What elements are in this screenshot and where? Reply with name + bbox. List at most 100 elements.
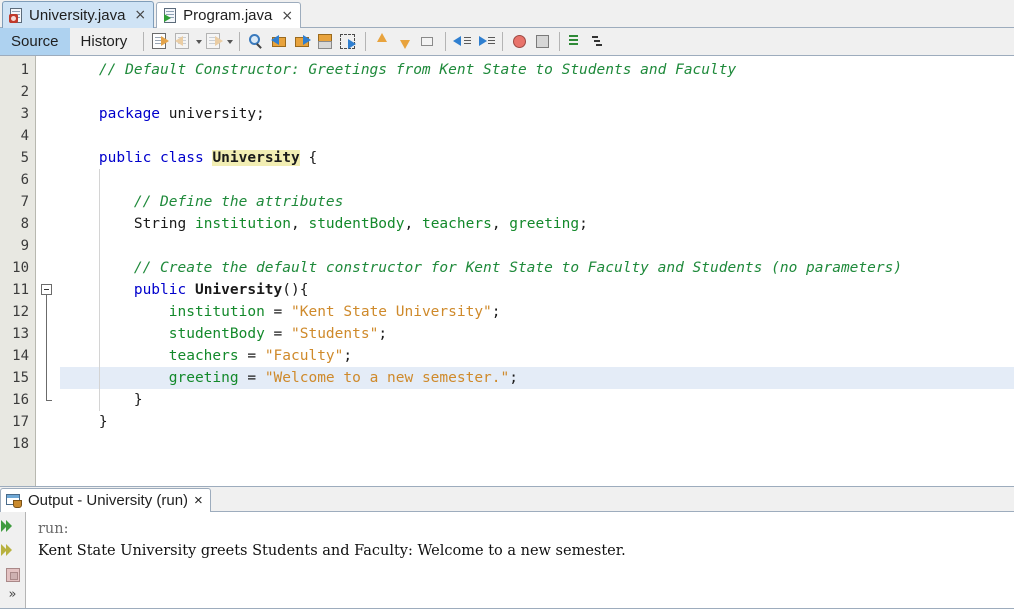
line-number: 12 [12,304,29,320]
previous-bookmark-icon[interactable] [372,31,393,52]
code-line[interactable]: package university; [60,103,1014,125]
code-line[interactable]: // Default Constructor: Greetings from K… [60,59,1014,81]
toggle-highlight-icon[interactable] [315,31,336,52]
code-line[interactable]: institution = "Kent State University"; [60,301,1014,323]
output-line: Kent State University greets Students an… [38,543,626,559]
comment-icon[interactable] [566,31,587,52]
line-number: 11 [12,282,29,298]
code-fold-column[interactable] [36,56,60,486]
toolbar-separator [143,32,145,51]
line-number: 16 [12,392,29,408]
output-text-area[interactable]: run: Kent State University greets Student… [26,512,1014,608]
line-number: 2 [20,84,29,100]
line-number: 15 [12,370,29,386]
toolbar-separator [365,32,367,51]
last-edit-icon[interactable] [150,31,171,52]
tab-source[interactable]: Source [0,28,70,55]
fold-range-line [46,295,47,400]
output-window: Output - University (run) × » run: Kent S… [0,487,1014,609]
code-token: "Kent State University" [291,304,492,320]
close-icon[interactable]: × [134,8,146,22]
code-line[interactable]: String institution, studentBody, teacher… [60,213,1014,235]
find-next-icon[interactable] [292,31,313,52]
line-number: 9 [20,238,29,254]
output-side-toolbar: » [0,512,26,608]
code-line[interactable]: } [60,389,1014,411]
forward-icon[interactable] [204,31,225,52]
toggle-bookmark-icon[interactable] [418,31,439,52]
code-token: studentBody [168,326,265,342]
line-number: 3 [20,106,29,122]
code-line[interactable]: studentBody = "Students"; [60,323,1014,345]
code-text-area[interactable]: // Default Constructor: Greetings from K… [60,56,1014,486]
code-editor[interactable]: 1 2 3 4 5 6 7 8 9 10 11 12 13 14 15 16 17 18 // Default C… [0,56,1014,487]
editor-tab-label: Program.java [183,7,273,24]
stop-macro-recording-icon[interactable] [532,31,553,52]
line-number: 4 [20,128,29,144]
shift-left-icon[interactable] [452,31,473,52]
find-previous-icon[interactable] [269,31,290,52]
code-token: // Default Constructor: Greetings from K… [98,62,737,78]
start-macro-recording-icon[interactable] [509,31,530,52]
yellow-double-arrow-icon [0,544,12,556]
output-tab[interactable]: Output - University (run) × [0,488,211,512]
rerun-button[interactable] [0,515,25,539]
editor-tab-program-java[interactable]: Program.java × [156,2,302,28]
code-token: greeting [509,216,580,232]
code-line[interactable]: public University(){ [60,279,1014,301]
code-line[interactable] [60,81,1014,103]
find-selection-icon[interactable] [246,31,267,52]
output-tab-strip: Output - University (run) × [0,487,1014,512]
forward-dropdown-icon[interactable] [226,31,234,52]
fold-range-end [46,400,52,401]
back-icon[interactable] [173,31,194,52]
tab-history[interactable]: History [70,28,139,55]
code-line[interactable] [60,433,1014,455]
editor-tab-university-java[interactable]: University.java × [2,1,155,28]
code-token: = [238,370,265,386]
code-token: ; [378,326,388,342]
indent-guide [99,169,100,411]
output-body: » run: Kent State University greets Stude… [0,512,1014,609]
code-line[interactable]: // Define the attributes [60,191,1014,213]
code-line[interactable]: public class University { [60,147,1014,169]
code-line[interactable]: greeting = "Welcome to a new semester."; [60,367,1014,389]
line-number: 14 [12,348,29,364]
chevron-double-right-icon[interactable]: » [0,587,25,603]
code-token: , [491,216,510,232]
code-token: University [212,150,300,166]
code-token: class [160,150,204,166]
code-line[interactable]: } [60,411,1014,433]
uncomment-icon[interactable] [589,31,610,52]
code-line[interactable]: teachers = "Faculty"; [60,345,1014,367]
shift-right-icon[interactable] [475,31,496,52]
close-icon[interactable]: × [281,9,293,23]
back-dropdown-icon[interactable] [195,31,203,52]
editor-toolbar: Source History [0,28,1014,56]
code-line[interactable] [60,169,1014,191]
next-bookmark-icon[interactable] [395,31,416,52]
code-line[interactable]: // Create the default constructor for Ke… [60,257,1014,279]
fold-collapse-icon[interactable] [41,284,52,295]
stop-button[interactable] [1,563,25,587]
code-token: = [264,326,291,342]
toolbar-separator [502,32,504,51]
rerun-alt-button[interactable] [0,539,25,563]
code-token: "Welcome to a new semester." [264,370,510,386]
code-token: teachers [421,216,492,232]
code-line[interactable] [60,235,1014,257]
code-token: institution [194,216,291,232]
line-number: 6 [20,172,29,188]
code-token: University [194,282,283,298]
close-icon[interactable]: × [194,492,203,509]
code-token: ; [343,348,353,364]
code-line[interactable] [60,125,1014,147]
code-token: } [64,392,143,408]
toggle-rectangular-selection-icon[interactable] [338,31,359,52]
code-token: ; [509,370,518,386]
